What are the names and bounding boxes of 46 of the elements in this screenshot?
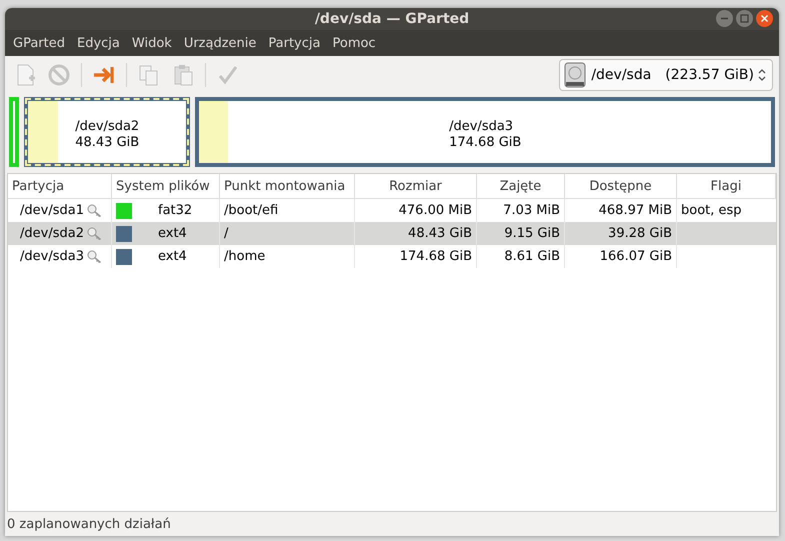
table-cell-text: / — [223, 226, 230, 241]
window-title: /dev/sda — GParted — [314, 11, 470, 27]
table-cell-text: /home — [223, 249, 266, 264]
table-cell: 39.28 GiB — [565, 222, 677, 245]
key-icon — [86, 204, 103, 218]
table-cell: 174.68 GiB — [355, 245, 477, 268]
table-row[interactable]: /dev/sda3 ext4 /home 174.68 GiB 8.61 GiB 166.07 GiB — [8, 245, 776, 268]
key-icon — [86, 250, 103, 264]
partition-name: /dev/sda3 — [449, 119, 514, 135]
table-cell: /dev/sda1 — [20, 203, 84, 218]
table-cell: 166.07 GiB — [565, 245, 677, 268]
menu-item[interactable]: Pomoc — [326, 36, 382, 50]
table-row[interactable]: /dev/sda2 ext4 / 48.43 GiB 9.15 GiB 39.28 GiB — [8, 222, 776, 245]
partition-name: /dev/sda2 — [75, 119, 140, 135]
device-selector[interactable]: /dev/sda (223.57 GiB) — [559, 59, 773, 91]
menu-item[interactable]: Edycja — [71, 36, 126, 50]
menu-item[interactable]: GParted — [7, 36, 71, 50]
partition-block[interactable]: /dev/sda3 174.68 GiB — [195, 97, 775, 167]
checkmark-icon — [216, 63, 240, 87]
partition-size: 48.43 GiB — [75, 135, 140, 151]
partition-block[interactable]: /dev/sda2 48.43 GiB — [24, 97, 190, 167]
device-size: (223.57 GiB) — [665, 67, 754, 83]
table-cell: ext4 — [158, 249, 187, 264]
table-cell-text: /boot/efi — [223, 203, 280, 218]
table-cell: 8.61 GiB — [477, 245, 565, 268]
table-cell: /dev/sda3 — [20, 249, 84, 264]
status-text: 0 zaplanowanych działań — [7, 516, 171, 532]
table-cell: fat32 — [158, 203, 192, 218]
spinner-arrows-icon — [758, 68, 766, 82]
prohibited-icon — [47, 63, 71, 87]
close-button[interactable] — [756, 10, 773, 27]
partition-block[interactable] — [9, 97, 19, 167]
minimize-button[interactable] — [716, 10, 733, 27]
table-cell: 48.43 GiB — [355, 222, 477, 245]
menu-item[interactable]: Urządzenie — [178, 36, 262, 50]
maximize-icon — [740, 14, 749, 23]
table-cell: /dev/sda2 — [20, 226, 84, 241]
table-cell: 9.15 GiB — [477, 222, 565, 245]
partition-size: 174.68 GiB — [449, 135, 522, 151]
menu-item[interactable]: Partycja — [262, 36, 326, 50]
close-icon — [760, 14, 769, 23]
key-icon — [86, 226, 103, 240]
device-name: /dev/sda — [591, 67, 652, 83]
table-cell-text: boot, esp — [680, 203, 743, 218]
menu-item[interactable]: Widok — [126, 36, 178, 50]
table-cell: ext4 — [158, 226, 187, 241]
